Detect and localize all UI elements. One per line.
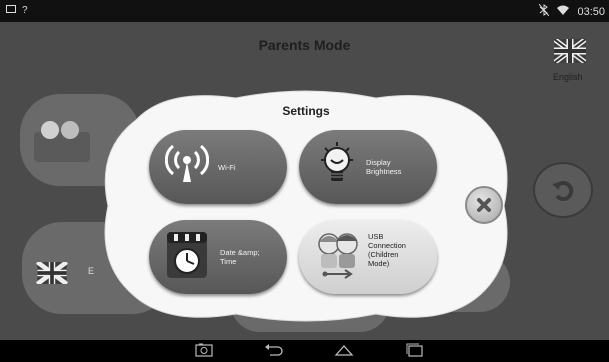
wifi-icon	[165, 144, 209, 182]
uk-flag-small-icon	[36, 262, 68, 284]
date-time-label: Date &amp; Time	[220, 248, 260, 266]
children-folder-icon	[34, 121, 90, 162]
camera-icon[interactable]	[195, 343, 213, 362]
language-label: English	[553, 72, 583, 82]
close-dialog-button[interactable]	[465, 186, 503, 224]
wifi-status-icon	[557, 5, 570, 18]
close-icon	[477, 198, 491, 212]
back-icon[interactable]	[264, 343, 284, 362]
question-notification-icon: ?	[22, 4, 28, 16]
back-button[interactable]	[533, 162, 593, 218]
screenshot-notification-icon	[6, 4, 16, 16]
bluetooth-off-icon	[539, 3, 550, 19]
dialog-title: Settings	[282, 104, 330, 118]
undo-arrow-icon	[552, 181, 574, 201]
settings-dialog: Settings Wi-Fi Display Brightness Date &…	[96, 90, 516, 322]
display-brightness-label: Display Brightness	[366, 158, 402, 176]
language-button[interactable]	[552, 37, 588, 68]
dialog-cloud-shape	[104, 90, 508, 322]
recents-icon[interactable]	[405, 343, 425, 362]
wifi-label: Wi-Fi	[218, 163, 236, 172]
bg-menu-language-label: E	[88, 266, 95, 276]
status-bar: ? 03:50	[0, 0, 609, 22]
usb-connection-label: USB Connection (Children Mode)	[368, 232, 406, 268]
usb-icon	[318, 233, 358, 279]
lightbulb-icon	[321, 142, 353, 181]
page-title: Parents Mode	[258, 37, 351, 53]
home-icon[interactable]	[334, 343, 354, 362]
calendar-clock-icon	[167, 232, 207, 278]
usb-connection-tile[interactable]: USB Connection (Children Mode)	[299, 220, 437, 294]
date-time-tile[interactable]: Date &amp; Time	[149, 220, 287, 294]
navigation-bar	[0, 340, 609, 360]
wifi-tile[interactable]: Wi-Fi	[149, 130, 287, 204]
parents-mode-screen: Parents Mode English E Settings Wi-Fi Di…	[0, 22, 609, 340]
clock: 03:50	[577, 5, 605, 18]
display-brightness-tile[interactable]: Display Brightness	[299, 130, 437, 204]
uk-flag-icon	[552, 37, 588, 65]
